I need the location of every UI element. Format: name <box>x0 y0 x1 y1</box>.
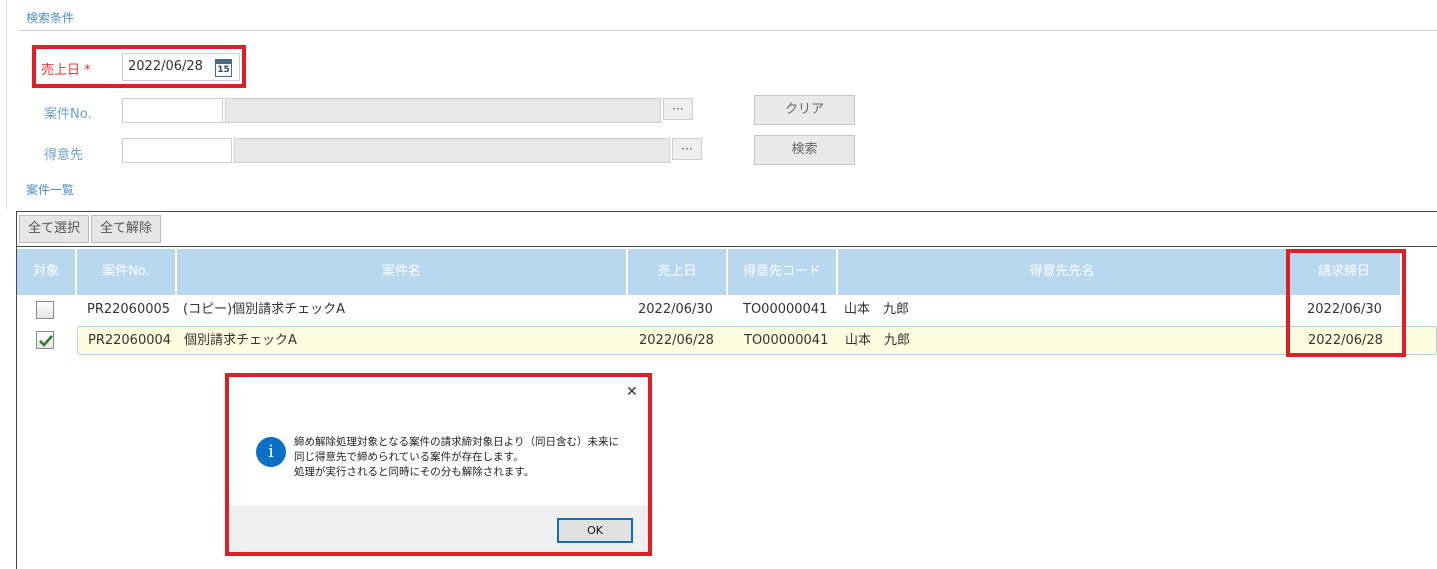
uriage-label: 売上日 * <box>41 63 91 78</box>
toolbar-divider <box>17 246 1437 247</box>
header-tokuisaki-name[interactable]: 得意先先名 <box>838 249 1286 295</box>
cell-uriage: 2022/06/30 <box>638 302 713 317</box>
tokuisaki-label: 得意先 <box>44 148 84 163</box>
cell-uriage: 2022/06/28 <box>639 333 714 348</box>
clear-button[interactable]: クリア <box>754 95 855 125</box>
dialog-message: 締め解除処理対象となる案件の請求締対象日より（同日含む）未来に 同じ得意先で締め… <box>294 435 619 480</box>
row-checkbox[interactable] <box>36 301 54 319</box>
seikyu-highlight-box <box>1286 249 1406 357</box>
header-code[interactable]: 得意先コード <box>728 249 836 295</box>
dialog-line-2: 同じ得意先で締められている案件が存在します。 <box>294 451 524 463</box>
header-anken-name[interactable]: 案件名 <box>177 249 626 295</box>
cell-anken-name: 個別請求チェックA <box>184 333 297 348</box>
left-border <box>6 0 7 210</box>
cell-code: TO00000041 <box>743 302 828 317</box>
cell-code: TO00000041 <box>744 333 829 348</box>
dialog-line-3: 処理が実行されると同時にその分も解除されます。 <box>294 466 535 478</box>
info-dialog: ✕ i 締め解除処理対象となる案件の請求締対象日より（同日含む）未来に 同じ得意… <box>225 373 652 556</box>
anken-name-readonly <box>225 98 661 123</box>
header-anken-no[interactable]: 案件No. <box>77 249 175 295</box>
ok-button[interactable]: OK <box>557 518 633 543</box>
search-section-title: 検索条件 <box>26 11 75 25</box>
row-checkbox-checked[interactable] <box>36 331 54 349</box>
dialog-line-1: 締め解除処理対象となる案件の請求締対象日より（同日含む）未来に <box>294 436 619 448</box>
calendar-icon[interactable]: 15 <box>215 59 232 77</box>
info-icon: i <box>256 437 286 467</box>
close-icon[interactable]: ✕ <box>626 384 638 400</box>
anken-no-label: 案件No. <box>44 107 92 122</box>
search-divider <box>18 30 1437 31</box>
table-row-selected[interactable]: PR22060004 個別請求チェックA 2022/06/28 TO000000… <box>77 326 1437 355</box>
table-row[interactable]: PR22060005 (コピー)個別請求チェックA 2022/06/30 TO0… <box>77 296 1402 324</box>
tokuisaki-name-readonly <box>234 138 670 163</box>
header-uriage[interactable]: 売上日 <box>628 249 726 295</box>
cell-tokuisaki-name: 山本 九郎 <box>845 333 911 348</box>
anken-no-input[interactable] <box>122 98 223 123</box>
cell-tokuisaki-name: 山本 九郎 <box>844 302 910 317</box>
anken-lookup-button[interactable]: ··· <box>663 98 693 120</box>
tokuisaki-lookup-button[interactable]: ··· <box>672 138 702 160</box>
select-all-button[interactable]: 全て選択 <box>19 215 89 243</box>
search-button[interactable]: 検索 <box>754 135 855 165</box>
list-section-title: 案件一覧 <box>26 183 75 197</box>
required-mark: * <box>84 63 91 78</box>
clear-all-button[interactable]: 全て解除 <box>91 215 161 243</box>
header-target: 対象 <box>17 249 75 295</box>
cell-anken-no: PR22060004 <box>88 333 172 348</box>
cell-anken-name: (コピー)個別請求チェックA <box>183 302 346 317</box>
check-icon <box>39 335 53 347</box>
cell-anken-no: PR22060005 <box>87 302 171 317</box>
tokuisaki-code-input[interactable] <box>122 138 232 163</box>
